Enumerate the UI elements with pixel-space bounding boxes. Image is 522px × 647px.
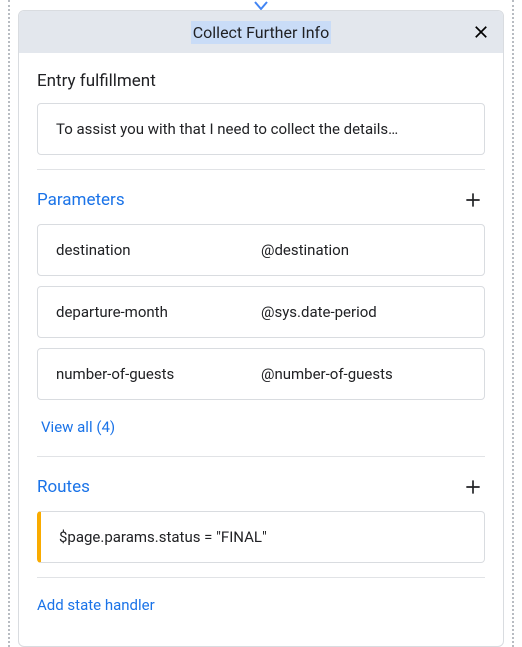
panel-header: Collect Further Info — [19, 11, 503, 53]
parameters-heading[interactable]: Parameters — [37, 190, 125, 210]
parameter-row[interactable]: number-of-guests @number-of-guests — [37, 348, 485, 400]
close-button[interactable] — [469, 20, 493, 44]
panel-body: Entry fulfillment To assist you with tha… — [19, 53, 503, 628]
entry-fulfillment-section: Entry fulfillment To assist you with tha… — [37, 53, 485, 169]
parameter-row[interactable]: departure-month @sys.date-period — [37, 286, 485, 338]
add-state-handler-link[interactable]: Add state handler — [37, 596, 485, 614]
routes-heading[interactable]: Routes — [37, 477, 90, 497]
parameter-name: number-of-guests — [56, 365, 261, 383]
entry-fulfillment-heading: Entry fulfillment — [37, 71, 156, 91]
parameter-entity: @sys.date-period — [261, 303, 466, 321]
route-row[interactable]: $page.params.status = "FINAL" — [37, 511, 485, 563]
entry-fulfillment-message[interactable]: To assist you with that I need to collec… — [37, 103, 485, 155]
parameter-row[interactable]: destination @destination — [37, 224, 485, 276]
plus-icon — [463, 190, 483, 210]
footer-section: Add state handler — [37, 577, 485, 628]
panel-title[interactable]: Collect Further Info — [191, 21, 331, 44]
page-config-panel: Collect Further Info Entry fulfillment T… — [18, 10, 504, 647]
parameter-name: destination — [56, 241, 261, 259]
canvas-right-border — [512, 0, 514, 647]
routes-section: Routes $page.params.status = "FINAL" — [37, 456, 485, 577]
parameters-section: Parameters destination @destination depa… — [37, 169, 485, 456]
canvas-left-border — [8, 0, 10, 647]
parameter-entity: @destination — [261, 241, 466, 259]
parameters-list: destination @destination departure-month… — [37, 224, 485, 400]
parameter-name: departure-month — [56, 303, 261, 321]
view-all-parameters-link[interactable]: View all (4) — [37, 410, 119, 442]
plus-icon — [463, 477, 483, 497]
add-route-button[interactable] — [461, 475, 485, 499]
add-parameter-button[interactable] — [461, 188, 485, 212]
parameter-entity: @number-of-guests — [261, 365, 466, 383]
close-icon — [472, 23, 490, 41]
